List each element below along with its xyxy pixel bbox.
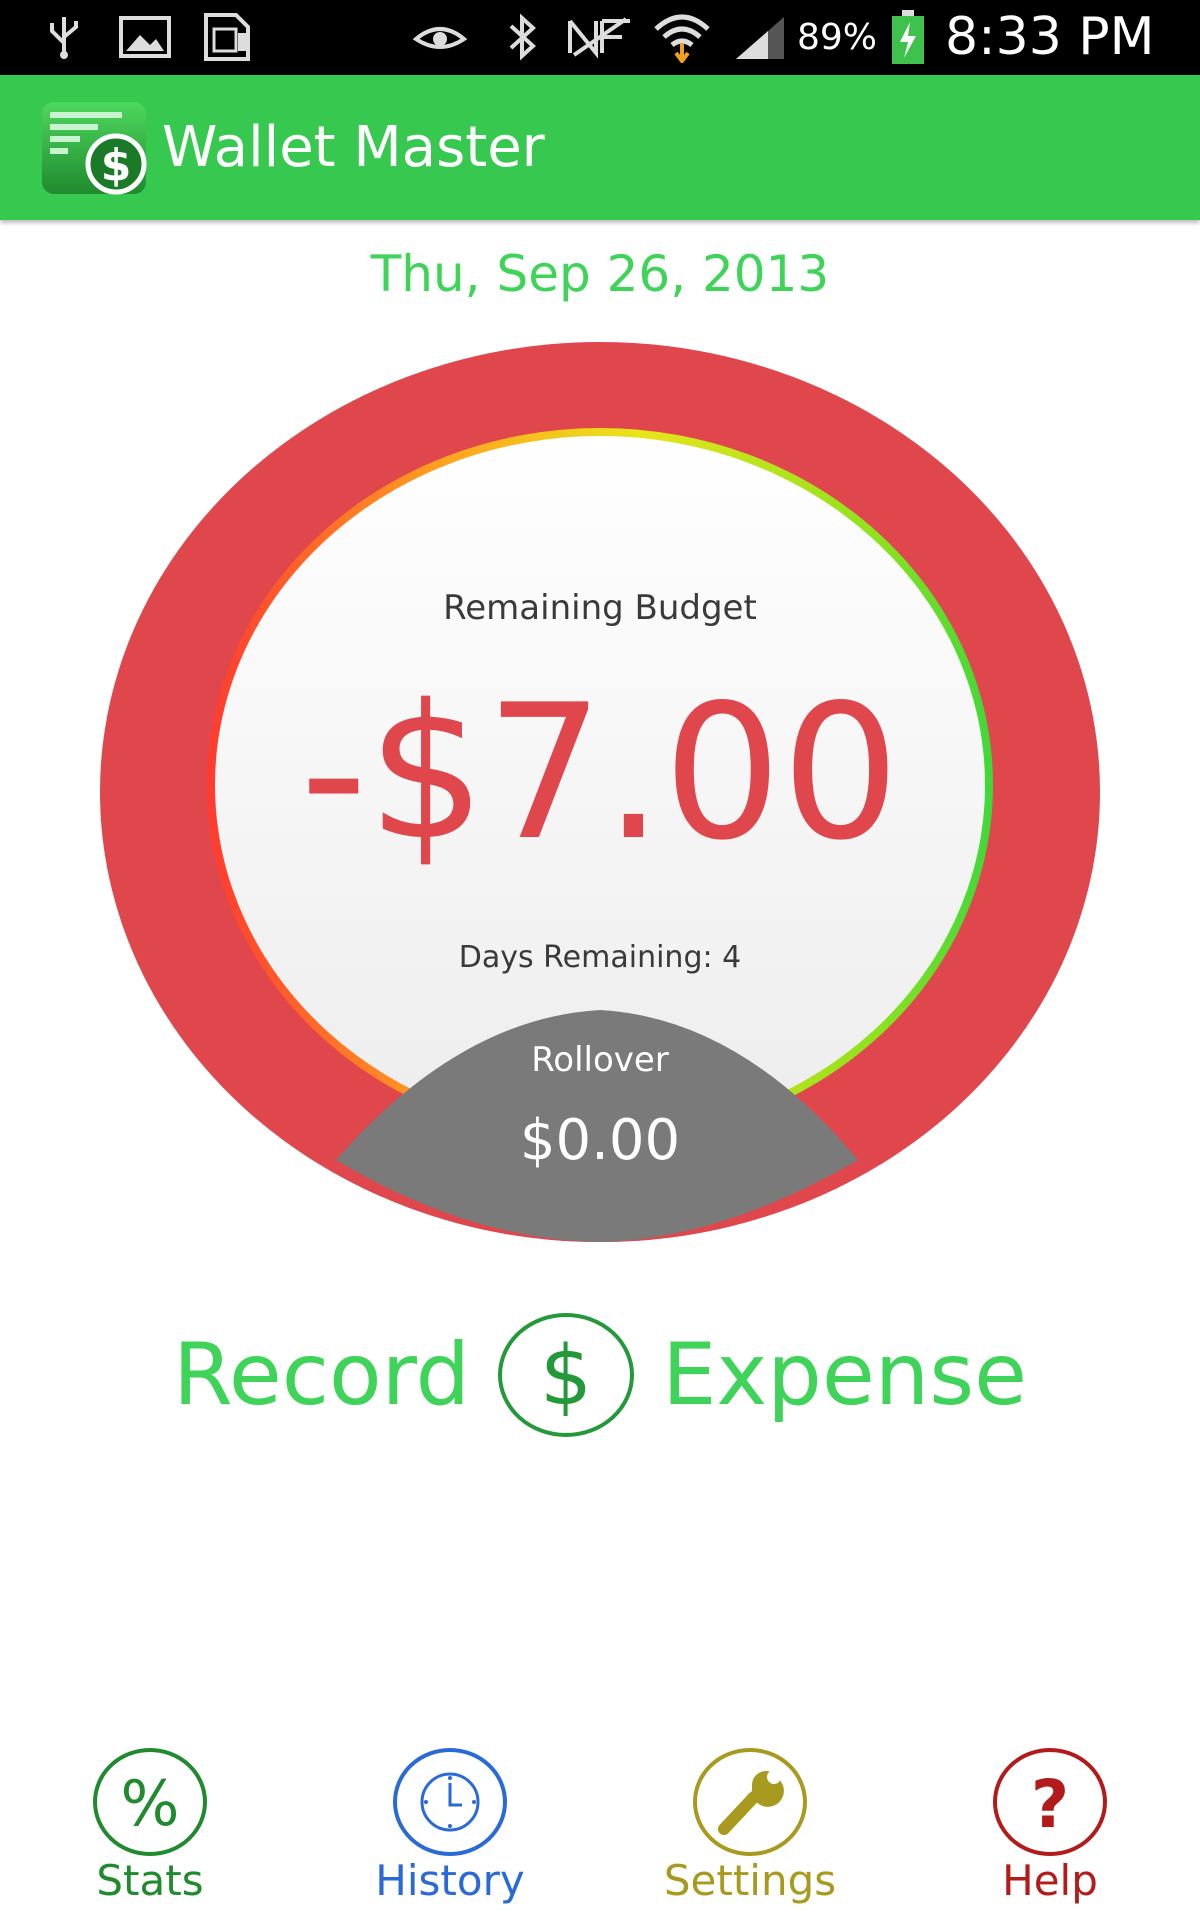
nav-history-label: History xyxy=(375,1856,525,1905)
bluetooth-icon xyxy=(500,12,544,62)
image-icon xyxy=(118,12,172,62)
nav-help-label: Help xyxy=(1002,1856,1098,1905)
sim-icon xyxy=(200,12,254,62)
budget-gauge: Remaining Budget -$7.00 Days Remaining: … xyxy=(0,330,1200,1250)
nfc-icon xyxy=(565,12,635,62)
eye-icon xyxy=(410,12,470,62)
signal-icon xyxy=(730,12,790,62)
status-bar: 89% 8:33 PM xyxy=(0,0,1200,75)
clock-time: 8:33 PM xyxy=(945,7,1155,67)
rollover-label: Rollover xyxy=(531,1040,669,1080)
nav-settings-button[interactable]: Settings xyxy=(650,1745,850,1920)
usb-icon xyxy=(42,12,86,62)
wrench-icon xyxy=(693,1748,807,1856)
svg-text:$: $ xyxy=(101,140,132,191)
svg-text:?: ? xyxy=(1031,1766,1069,1843)
remaining-budget-label: Remaining Budget xyxy=(443,588,757,628)
rollover-amount: $0.00 xyxy=(519,1108,681,1173)
battery-percent: 89% xyxy=(797,17,878,58)
days-remaining-label: Days Remaining: 4 xyxy=(458,940,742,975)
record-expense-button[interactable]: Record $ Expense xyxy=(0,1305,1200,1445)
expense-label: Expense xyxy=(662,1325,1028,1425)
current-date: Thu, Sep 26, 2013 xyxy=(370,245,830,303)
dollar-circle-icon: $ xyxy=(496,1310,636,1440)
nav-stats-label: Stats xyxy=(96,1856,204,1905)
svg-text:%: % xyxy=(121,1767,180,1840)
clock-icon xyxy=(393,1748,507,1856)
question-icon: ? xyxy=(993,1748,1107,1856)
nav-settings-label: Settings xyxy=(663,1856,837,1905)
nav-stats-button[interactable]: % Stats xyxy=(50,1745,250,1920)
percent-icon: % xyxy=(93,1748,207,1856)
nav-help-button[interactable]: ? Help xyxy=(950,1745,1150,1920)
nav-history-button[interactable]: History xyxy=(350,1745,550,1920)
svg-text:$: $ xyxy=(540,1329,592,1424)
wifi-icon xyxy=(650,12,714,63)
app-logo-icon[interactable]: $ xyxy=(40,100,148,196)
record-label: Record xyxy=(172,1325,471,1425)
battery-charging-icon xyxy=(888,10,928,64)
remaining-budget-amount: -$7.00 xyxy=(300,664,900,881)
app-title: Wallet Master xyxy=(162,115,545,180)
